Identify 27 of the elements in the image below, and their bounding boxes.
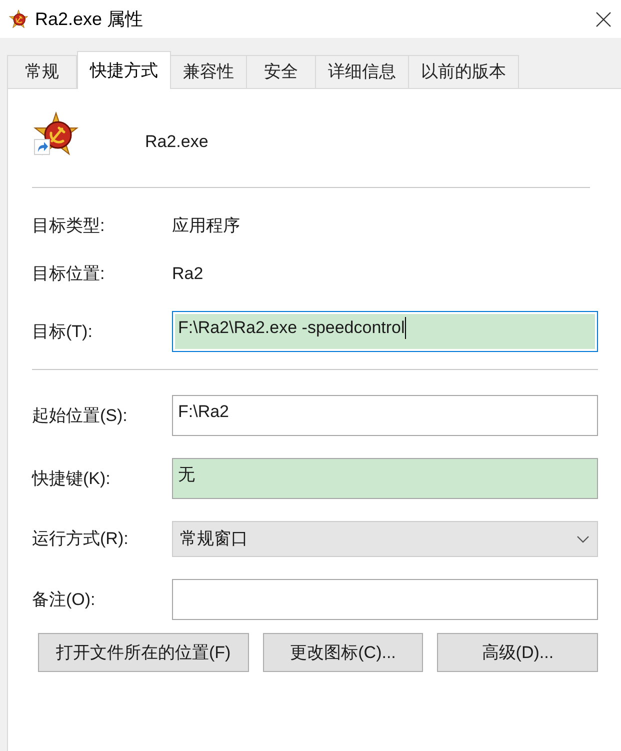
field-label: 快捷键(K): [32,468,112,490]
window-title: Ra2.exe 属性 [35,8,144,30]
action-button[interactable]: 打开文件所在的位置(F) [38,633,249,672]
field-label: 运行方式(R): [32,528,130,550]
input-field[interactable]: F:\Ra2 [172,395,598,436]
field-label: 起始位置(S): [32,404,128,427]
input-field[interactable]: F:\Ra2\Ra2.exe -speedcontrol [172,311,598,352]
close-button[interactable] [594,10,612,28]
tab[interactable]: 常规 [7,55,77,88]
input-field[interactable]: 无 [172,458,598,499]
star-emblem-icon [8,8,29,30]
field-value: 应用程序 [172,215,240,238]
action-button[interactable]: 高级(D)... [437,633,598,672]
field-label: 目标类型: [32,215,106,238]
input-field[interactable] [172,579,598,620]
tab[interactable]: 快捷方式 [77,51,171,89]
field-label: 目标(T): [32,320,94,343]
close-icon [596,12,610,26]
dropdown[interactable]: 常规窗口 [172,521,598,557]
chevron-down-icon [577,536,589,542]
shortcut-name: Ra2.exe [145,131,208,153]
tab[interactable]: 以前的版本 [408,55,519,88]
field-label: 目标位置: [32,263,106,286]
field-label: 备注(O): [32,588,96,611]
action-button[interactable]: 更改图标(C)... [262,633,424,672]
field-value: Ra2 [172,263,204,286]
text-cursor [404,317,406,339]
